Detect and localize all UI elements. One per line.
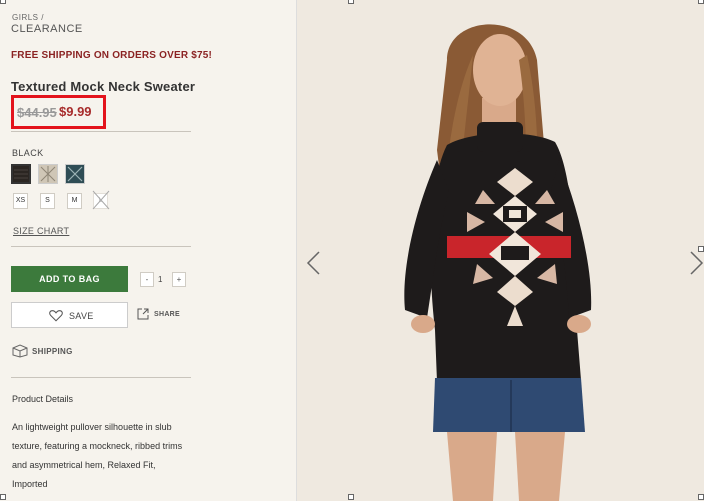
product-title: Textured Mock Neck Sweater: [11, 79, 196, 94]
add-to-bag-button[interactable]: ADD TO BAG: [11, 266, 128, 292]
swatch-teal[interactable]: [65, 164, 85, 184]
description-line: Imported: [12, 479, 48, 489]
size-s-button[interactable]: S: [40, 193, 55, 209]
heart-icon: [49, 310, 63, 322]
size-xs-button[interactable]: XS: [13, 193, 28, 209]
unavailable-cross-icon: [92, 190, 110, 210]
share-icon[interactable]: [137, 308, 149, 320]
selection-handle[interactable]: [0, 0, 6, 4]
original-price: $44.95: [17, 105, 57, 120]
product-photo: [297, 0, 704, 501]
selection-handle[interactable]: [0, 494, 6, 500]
shipping-link[interactable]: SHIPPING: [32, 347, 73, 356]
save-label: SAVE: [69, 311, 94, 321]
breadcrumb-parent[interactable]: GIRLS /: [12, 13, 44, 22]
chevron-left-icon[interactable]: [305, 250, 321, 276]
description-line: and asymmetrical hem, Relaxed Fit,: [12, 460, 156, 470]
product-description: An lightweight pullover silhouette in sl…: [12, 418, 197, 494]
sale-price: $9.99: [59, 104, 92, 119]
price-highlight-box: $44.95 $9.99: [11, 95, 106, 129]
description-line: An lightweight pullover silhouette in sl…: [12, 422, 172, 432]
swatch-black[interactable]: [11, 164, 31, 184]
selection-handle[interactable]: [348, 0, 354, 4]
shipping-box-icon: [12, 344, 28, 358]
selection-handle[interactable]: [698, 494, 704, 500]
qty-value[interactable]: 1: [158, 275, 162, 284]
divider: [11, 131, 191, 132]
selection-handle[interactable]: [698, 246, 704, 252]
swatch-texture: [40, 166, 56, 182]
breadcrumb-current[interactable]: CLEARANCE: [11, 23, 83, 35]
qty-increase-button[interactable]: +: [172, 272, 186, 287]
divider: [11, 377, 191, 378]
save-button[interactable]: SAVE: [11, 302, 128, 328]
swatch-texture: [14, 169, 28, 179]
product-info-panel: GIRLS / CLEARANCE FREE SHIPPING ON ORDER…: [0, 0, 296, 501]
chevron-right-icon[interactable]: [689, 250, 704, 276]
product-image-panel: [296, 0, 704, 501]
swatch-texture: [67, 166, 83, 182]
size-chart-link[interactable]: SIZE CHART: [13, 226, 69, 236]
selection-handle[interactable]: [698, 0, 704, 4]
product-details-heading: Product Details: [12, 394, 74, 404]
selection-handle[interactable]: [348, 494, 354, 500]
size-m-button[interactable]: M: [67, 193, 82, 209]
promo-banner: FREE SHIPPING ON ORDERS OVER $75!: [11, 50, 213, 61]
divider: [11, 246, 191, 247]
share-label[interactable]: SHARE: [154, 311, 180, 318]
swatch-cream[interactable]: [38, 164, 58, 184]
qty-decrease-button[interactable]: -: [140, 272, 154, 287]
description-line: texture, featuring a mockneck, ribbed tr…: [12, 441, 183, 451]
color-label: BLACK: [12, 148, 44, 158]
